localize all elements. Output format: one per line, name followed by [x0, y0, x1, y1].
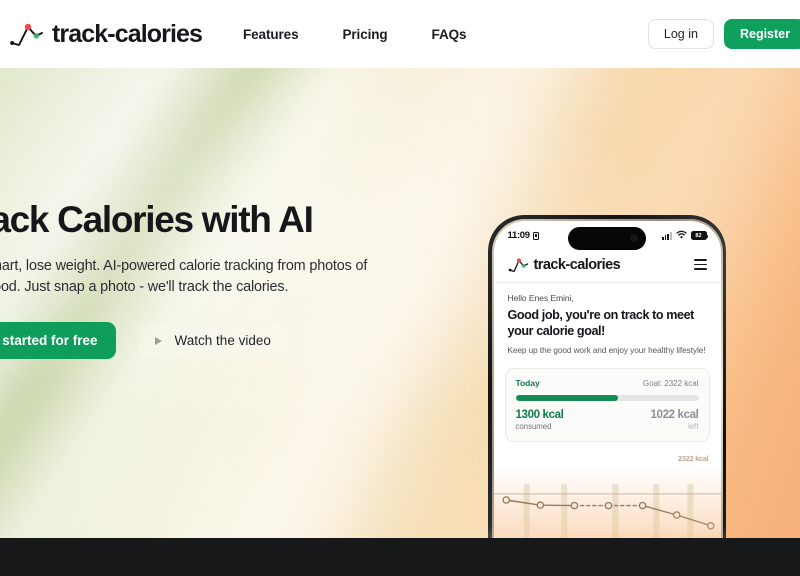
login-button[interactable]: Log in	[647, 19, 714, 49]
nav-link-features[interactable]: Features	[243, 27, 299, 42]
nav-links: Features Pricing FAQs	[243, 27, 467, 42]
calorie-left-value: 1022 kcal	[650, 409, 699, 422]
nav-actions: Log in Register	[647, 0, 800, 68]
chart-background-bar	[652, 484, 659, 538]
phone-bezel: 11:09 82 track-calories Hello Enes Emini…	[491, 218, 723, 538]
get-started-button[interactable]: Get started for free	[0, 322, 116, 360]
calorie-card-header: Today Goal: 2322 kcal	[516, 378, 699, 388]
page-title: Track Calories with AI	[0, 199, 314, 240]
calorie-period-label: Today	[515, 378, 540, 389]
watch-video-label: Watch the video	[174, 333, 271, 349]
status-bar-time-group: 11:09	[508, 230, 539, 241]
app-header: track-calories	[493, 251, 721, 283]
hero-cta-group: Get started for free Watch the video	[0, 322, 428, 360]
watch-video-button[interactable]: Watch the video	[137, 323, 288, 359]
chart-data-point	[672, 511, 681, 520]
chart-line-segment	[505, 499, 541, 507]
greeting-block: Hello Enes Emini, Good job, you're on tr…	[494, 283, 721, 357]
chart-data-point	[536, 501, 544, 510]
calorie-consumed-value: 1300 kcal	[515, 409, 564, 422]
chart-data-point	[638, 502, 646, 510]
brand-name: track-calories	[52, 19, 203, 48]
calorie-consumed-group: 1300 kcal consumed	[516, 409, 564, 431]
phone-status-bar: 11:09 82	[494, 221, 721, 251]
calorie-left-group: 1022 kcal left	[650, 409, 698, 431]
chart-background-bar	[686, 484, 693, 538]
chart-data-point	[570, 502, 578, 510]
status-bar-indicators: 82	[662, 230, 709, 242]
battery-level: 82	[695, 232, 702, 239]
chart-background-bar	[611, 484, 618, 538]
navbar: track-calories Features Pricing FAQs Log…	[0, 0, 800, 68]
hero-subtitle: Eat smart, lose weight. AI-powered calor…	[0, 257, 368, 295]
chart-goal-line-label: 2322 kcal	[678, 456, 709, 464]
cellular-signal-icon	[662, 231, 672, 240]
line-chart-logo-icon	[508, 257, 529, 273]
greeting-hello: Hello Enes Emini,	[507, 292, 574, 303]
phone-mockup: 11:09 82 track-calories Hello Enes Emini…	[488, 215, 726, 538]
greeting-headline: Good job, you're on track to meet your c…	[507, 307, 695, 338]
register-button[interactable]: Register	[723, 19, 800, 49]
calorie-progress-fill	[515, 395, 618, 402]
greeting-subtext: Keep up the good work and enjoy your hea…	[507, 345, 706, 355]
lock-portrait-icon	[532, 231, 539, 240]
hero-section: Track Calories with AI Eat smart, lose w…	[0, 68, 800, 538]
phone-screen: 11:09 82 track-calories Hello Enes Emini…	[493, 220, 721, 538]
calorie-goal-label: Goal: 2322 kcal	[642, 379, 699, 389]
wifi-icon	[675, 230, 687, 242]
hero-copy: Track Calories with AI Eat smart, lose w…	[0, 199, 428, 360]
calorie-left-label: left	[688, 422, 699, 432]
dynamic-island	[568, 226, 646, 250]
page-footer-strip	[0, 538, 800, 576]
chart-canvas	[493, 484, 721, 538]
hamburger-menu-icon[interactable]	[693, 258, 707, 271]
nav-link-faqs[interactable]: FAQs	[432, 27, 467, 42]
app-brand-name: track-calories	[533, 256, 621, 273]
battery-icon: 82	[690, 231, 709, 240]
calorie-card-footer: 1300 kcal consumed 1022 kcal left	[516, 409, 699, 431]
nav-link-pricing[interactable]: Pricing	[342, 27, 387, 42]
status-bar-time: 11:09	[507, 230, 531, 241]
chart-data-point	[706, 522, 715, 530]
chart-background-bar	[560, 484, 567, 538]
phone-frame: 11:09 82 track-calories Hello Enes Emini…	[488, 215, 726, 538]
chart-data-point	[501, 496, 510, 505]
play-triangle-icon	[154, 336, 162, 345]
calorie-consumed-label: consumed	[515, 422, 552, 432]
chart-line-segment	[675, 514, 711, 527]
line-chart-logo-icon	[10, 21, 44, 47]
calorie-summary-card: Today Goal: 2322 kcal 1300 kcal consumed	[504, 368, 710, 443]
page-root: track-calories Features Pricing FAQs Log…	[0, 0, 800, 576]
calorie-history-chart: 2322 kcal	[493, 456, 721, 538]
chart-data-point	[604, 502, 612, 510]
chart-background-bar	[523, 484, 530, 538]
calorie-progress-bar	[515, 395, 699, 402]
chart-line-segment	[641, 505, 677, 517]
brand-logo[interactable]: track-calories	[10, 19, 203, 49]
